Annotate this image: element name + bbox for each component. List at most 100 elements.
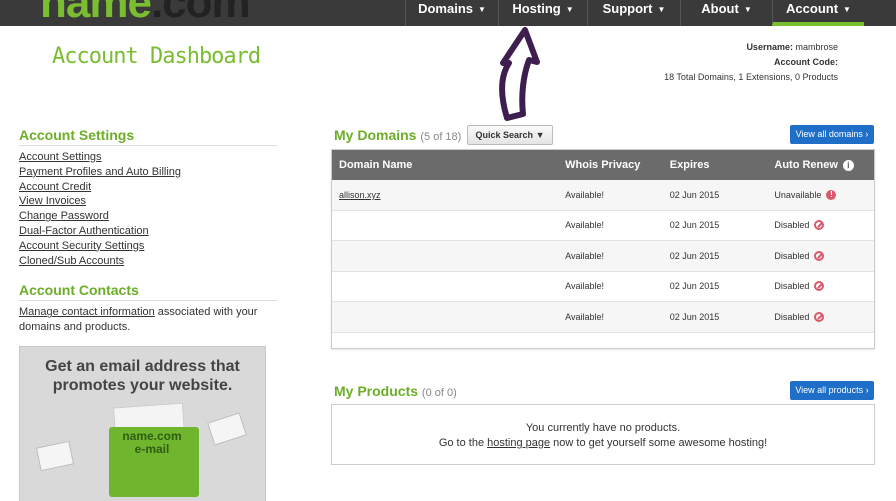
no-products-message: You currently have no products. — [525, 422, 681, 434]
username-label: Username: — [746, 42, 793, 52]
expires-cell: 02 Jun 2015 — [669, 220, 720, 231]
table-row: Available! 02 Jun 2015 Disabled — [332, 241, 874, 272]
disabled-icon — [814, 281, 825, 292]
chevron-down-icon: ▼ — [843, 5, 851, 14]
account-summary: 18 Total Domains, 1 Extensions, 0 Produc… — [664, 72, 838, 82]
account-settings-links: Account Settings Payment Profiles and Au… — [19, 150, 277, 268]
renew-status: Disabled — [774, 220, 810, 231]
renew-cell: Disabled — [774, 281, 874, 292]
domains-table: Domain Name Whois Privacy Expires Auto R… — [331, 149, 875, 349]
link-account-credit[interactable]: Account Credit — [19, 180, 277, 195]
link-account-settings[interactable]: Account Settings — [19, 150, 277, 165]
link-dual-factor[interactable]: Dual-Factor Authentication — [19, 224, 277, 239]
envelope-line2: e-mail — [134, 442, 170, 456]
domain-cell: allison.xyz — [332, 190, 564, 200]
table-row: allison.xyz Available! 02 Jun 2015 Unava… — [332, 180, 874, 211]
account-info: Username: mambrose Account Code: 18 Tota… — [664, 40, 838, 85]
site-logo[interactable]: name.com — [40, 0, 251, 28]
link-cloned-accounts[interactable]: Cloned/Sub Accounts — [19, 254, 277, 269]
nav-support-label: Support — [602, 1, 653, 16]
chevron-down-icon: ▼ — [743, 5, 752, 14]
table-row: Available! 02 Jun 2015 Disabled — [332, 211, 874, 241]
my-domains-heading: My Domains (5 of 18) — [334, 127, 461, 143]
annotation-arrow-icon — [499, 27, 540, 121]
my-domains-count: (5 of 18) — [420, 131, 462, 143]
link-change-password[interactable]: Change Password — [19, 209, 277, 224]
nav-support[interactable]: Support ▼ — [587, 0, 680, 26]
chevron-down-icon: ▼ — [657, 5, 666, 14]
manage-contacts-link[interactable]: Manage contact information — [19, 306, 155, 318]
info-icon[interactable]: i — [842, 159, 854, 171]
chevron-down-icon: ▼ — [565, 5, 574, 14]
link-view-invoices[interactable]: View Invoices — [19, 194, 277, 209]
envelope-icon — [207, 412, 247, 446]
renew-cell: Disabled — [774, 220, 874, 231]
col-auto-renew-label: Auto Renew — [774, 159, 838, 171]
link-security-settings[interactable]: Account Security Settings — [19, 239, 277, 254]
whois-cell: Available! — [565, 250, 605, 261]
expires-cell: 02 Jun 2015 — [669, 250, 720, 261]
view-all-products-button[interactable]: View all products › — [790, 381, 874, 400]
envelope-label: name.com e-mail — [112, 430, 192, 456]
table-header: Domain Name Whois Privacy Expires Auto R… — [332, 150, 874, 180]
nav-about-label: About — [701, 1, 739, 16]
disabled-icon — [814, 250, 825, 261]
hosting-page-link[interactable]: hosting page — [487, 437, 550, 449]
my-products-count: (0 of 0) — [421, 387, 457, 399]
page-title: Account Dashboard — [52, 44, 261, 69]
caret-down-icon: ▼ — [535, 130, 545, 140]
account-contacts-text: Manage contact information associated wi… — [19, 305, 277, 335]
renew-status: Disabled — [774, 281, 810, 292]
col-auto-renew[interactable]: Auto Renew i — [774, 159, 874, 171]
account-contacts-section: Account Contacts Manage contact informat… — [19, 282, 277, 335]
products-empty-state: You currently have no products. Go to th… — [331, 404, 875, 465]
expires-cell: 02 Jun 2015 — [669, 189, 720, 200]
table-row: Available! 02 Jun 2015 Disabled — [332, 302, 874, 333]
envelope-icon — [35, 440, 75, 472]
expires-cell: 02 Jun 2015 — [669, 281, 720, 292]
renew-cell: Disabled — [774, 250, 874, 261]
left-sidebar: Account Settings Account Settings Paymen… — [19, 127, 277, 335]
domain-link[interactable]: allison.xyz — [339, 190, 381, 200]
table-body: allison.xyz Available! 02 Jun 2015 Unava… — [332, 180, 874, 333]
table-row: Available! 02 Jun 2015 Disabled — [332, 272, 874, 302]
col-domain-name[interactable]: Domain Name — [332, 159, 564, 171]
quick-search-button[interactable]: Quick Search ▼ — [467, 125, 553, 145]
chevron-down-icon: ▼ — [478, 5, 486, 14]
whois-cell: Available! — [565, 220, 605, 231]
renew-cell: Disabled — [774, 311, 874, 322]
nav-hosting-label: Hosting — [512, 1, 561, 16]
my-products-heading: My Products (0 of 0) — [334, 383, 457, 399]
disabled-icon — [814, 311, 825, 322]
promo-headline: Get an email address that promotes your … — [45, 358, 240, 394]
nav-domains-label: Domains — [418, 1, 473, 16]
account-contacts-heading: Account Contacts — [19, 282, 277, 302]
account-code-label: Account Code: — [774, 57, 838, 67]
expires-cell: 02 Jun 2015 — [669, 311, 720, 322]
view-all-domains-button[interactable]: View all domains › — [790, 125, 874, 144]
renew-cell: Unavailable! — [774, 189, 874, 200]
col-whois-privacy[interactable]: Whois Privacy — [564, 159, 670, 171]
logo-text-com: .com — [150, 0, 251, 27]
renew-status: Unavailable — [774, 189, 822, 200]
hosting-prompt: Go to the hosting page now to get yourse… — [332, 436, 874, 451]
whois-cell: Available! — [565, 189, 605, 200]
email-promo-banner[interactable]: Get an email address that promotes your … — [19, 346, 266, 501]
username-value: mambrose — [795, 42, 838, 52]
col-expires[interactable]: Expires — [670, 159, 775, 171]
account-settings-heading: Account Settings — [19, 127, 277, 146]
my-products-title: My Products — [334, 383, 419, 399]
nav-about[interactable]: About ▼ — [680, 0, 772, 26]
warning-icon: ! — [826, 189, 837, 200]
top-nav-bar: name.com Domains ▼ Hosting ▼ Support ▼ Abou… — [0, 0, 896, 28]
link-payment-profiles[interactable]: Payment Profiles and Auto Billing — [19, 165, 277, 180]
main-nav: Domains ▼ Hosting ▼ Support ▼ About ▼ Accoun… — [405, 0, 864, 26]
whois-cell: Available! — [565, 281, 605, 292]
disabled-icon — [814, 220, 825, 231]
nav-account-label: Account — [786, 1, 839, 16]
my-domains-title: My Domains — [334, 127, 417, 143]
quick-search-label: Quick Search — [475, 130, 534, 140]
hosting-prompt-post: now to get yourself some awesome hosting… — [550, 437, 768, 449]
nav-account[interactable]: Account ▼ — [772, 0, 864, 26]
renew-status: Disabled — [774, 311, 810, 322]
